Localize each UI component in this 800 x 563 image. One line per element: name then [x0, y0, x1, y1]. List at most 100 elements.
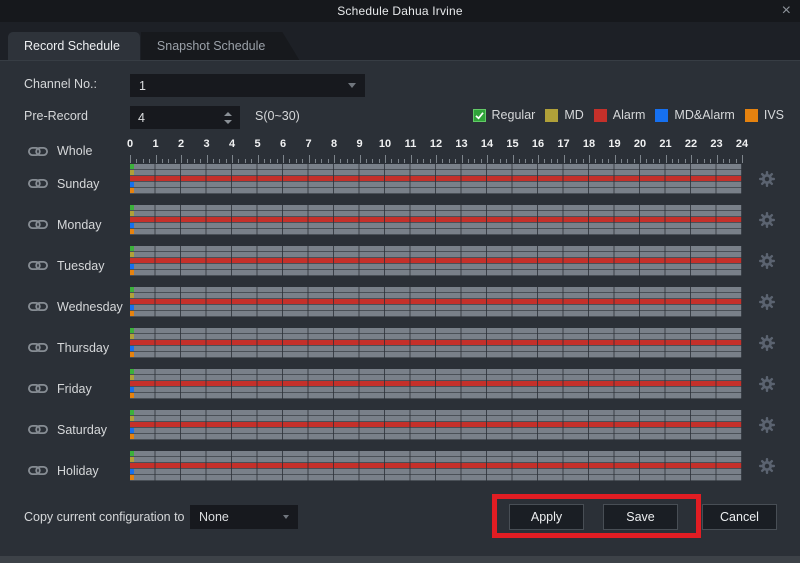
gear-icon[interactable] — [759, 171, 775, 187]
link-icon[interactable] — [28, 260, 48, 271]
schedule-segment — [130, 299, 742, 304]
schedule-segment — [130, 305, 134, 310]
link-icon[interactable] — [28, 301, 48, 312]
titlebar: Schedule Dahua Irvine × — [0, 0, 800, 22]
apply-button-label: Apply — [531, 510, 562, 524]
schedule-segment — [130, 287, 134, 292]
tab-snapshot-schedule[interactable]: Snapshot Schedule — [141, 32, 299, 60]
gear-icon[interactable] — [759, 253, 775, 269]
hour-label: 2 — [178, 138, 184, 150]
hour-label: 6 — [280, 138, 286, 150]
copy-config-label: Copy current configuration to — [24, 510, 185, 524]
gear-icon[interactable] — [759, 294, 775, 310]
schedule-segment — [130, 264, 134, 269]
schedule-day-row-thursday: Thursday — [0, 327, 800, 368]
legend-item-md-alarm[interactable]: MD&Alarm — [655, 108, 734, 122]
schedule-timeline-bar[interactable] — [130, 369, 742, 399]
schedule-segment — [130, 340, 742, 345]
schedule-segment — [130, 381, 742, 386]
prerecord-input[interactable]: 4 — [130, 106, 240, 129]
save-button[interactable]: Save — [603, 504, 678, 530]
spin-up-icon[interactable] — [224, 112, 232, 116]
copy-config-select[interactable]: None — [190, 505, 298, 529]
color-swatch[interactable] — [594, 109, 607, 122]
link-icon[interactable] — [28, 178, 48, 189]
gear-icon[interactable] — [759, 376, 775, 392]
schedule-grid: Whole 0123456789101112131415161718192021… — [0, 139, 800, 491]
schedule-segment — [130, 422, 742, 427]
schedule-timeline-bar[interactable] — [130, 246, 742, 276]
schedule-timeline-bar[interactable] — [130, 287, 742, 317]
schedule-segment — [130, 217, 742, 222]
track-ivs — [130, 188, 742, 194]
gear-icon[interactable] — [759, 417, 775, 433]
schedule-segment — [130, 369, 134, 374]
prerecord-value: 4 — [138, 111, 145, 125]
hour-label: 15 — [506, 138, 518, 150]
channel-select[interactable]: 1 — [130, 74, 365, 97]
link-icon[interactable] — [28, 465, 48, 476]
color-swatch[interactable] — [545, 109, 558, 122]
schedule-segment — [130, 410, 134, 415]
link-icon[interactable] — [28, 383, 48, 394]
schedule-segment — [130, 223, 134, 228]
legend-item-regular[interactable]: Regular — [473, 108, 536, 122]
tab-record-schedule[interactable]: Record Schedule — [8, 32, 140, 60]
schedule-timeline-bar[interactable] — [130, 205, 742, 235]
hour-label: 5 — [254, 138, 260, 150]
schedule-segment — [130, 205, 134, 210]
schedule-segment — [130, 463, 742, 468]
hour-label: 10 — [379, 138, 391, 150]
spinner-arrows — [224, 112, 232, 124]
window-bottom-edge — [0, 556, 800, 563]
link-icon[interactable] — [28, 424, 48, 435]
gear-icon[interactable] — [759, 335, 775, 351]
legend-label: IVS — [764, 108, 784, 122]
schedule-segment — [130, 469, 134, 474]
hour-label: 13 — [455, 138, 467, 150]
schedule-timeline-bar[interactable] — [130, 164, 742, 194]
color-swatch[interactable] — [655, 109, 668, 122]
legend-item-ivs[interactable]: IVS — [745, 108, 784, 122]
link-icon[interactable] — [28, 342, 48, 353]
schedule-day-rows: Sunday — [0, 163, 800, 491]
gear-icon[interactable] — [759, 212, 775, 228]
schedule-day-row-friday: Friday — [0, 368, 800, 409]
legend-item-md[interactable]: MD — [545, 108, 583, 122]
save-button-label: Save — [626, 510, 655, 524]
cancel-button[interactable]: Cancel — [702, 504, 777, 530]
prerecord-label: Pre-Record — [24, 109, 88, 123]
schedule-timeline-bar[interactable] — [130, 451, 742, 481]
schedule-segment — [130, 451, 134, 456]
hour-label: 0 — [127, 138, 133, 150]
link-icon[interactable] — [28, 146, 48, 157]
checkbox-checked-icon[interactable] — [473, 109, 486, 122]
gear-icon[interactable] — [759, 458, 775, 474]
schedule-header-row: Whole 0123456789101112131415161718192021… — [0, 139, 800, 163]
schedule-timeline-bar[interactable] — [130, 410, 742, 440]
schedule-segment — [130, 164, 134, 169]
schedule-segment — [130, 182, 134, 187]
hour-label: 12 — [430, 138, 442, 150]
hour-label: 1 — [152, 138, 158, 150]
close-icon[interactable]: × — [782, 0, 791, 22]
channel-select-value: 1 — [139, 79, 146, 93]
hour-label: 11 — [405, 138, 417, 150]
spin-down-icon[interactable] — [224, 120, 232, 124]
link-icon[interactable] — [28, 219, 48, 230]
chevron-down-icon — [348, 83, 356, 88]
whole-row-label: Whole — [57, 144, 92, 158]
day-label: Sunday — [57, 177, 99, 191]
apply-button[interactable]: Apply — [509, 504, 584, 530]
color-swatch[interactable] — [745, 109, 758, 122]
schedule-timeline-bar[interactable] — [130, 328, 742, 358]
legend-item-alarm[interactable]: Alarm — [594, 108, 646, 122]
tab-label: Record Schedule — [24, 39, 120, 53]
schedule-day-row-monday: Monday — [0, 204, 800, 245]
hour-label: 23 — [710, 138, 722, 150]
tab-bar: Record Schedule Snapshot Schedule — [0, 22, 800, 60]
schedule-day-row-wednesday: Wednesday — [0, 286, 800, 327]
ruler-ticks — [130, 154, 742, 163]
schedule-segment — [130, 293, 134, 298]
channel-label: Channel No.: — [24, 77, 97, 91]
